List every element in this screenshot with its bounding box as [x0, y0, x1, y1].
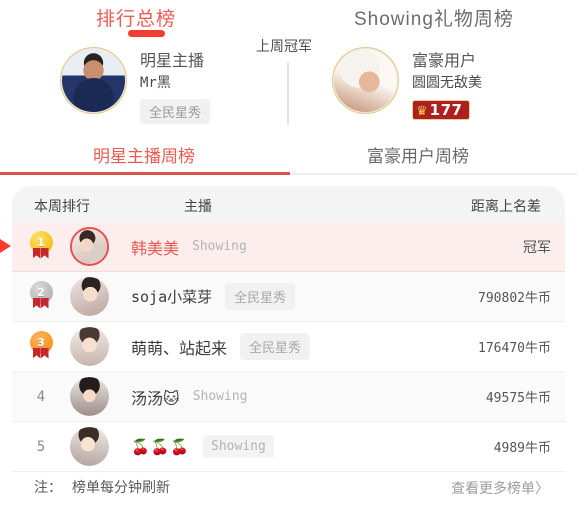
- ribbon-icon: [33, 298, 50, 310]
- rank-cell: 4: [12, 389, 70, 405]
- rank-cell: 5: [12, 439, 70, 455]
- silver-medal-icon: 2: [29, 280, 53, 313]
- girl4-avatar: [70, 377, 109, 416]
- avatar[interactable]: [70, 427, 109, 466]
- status-badge: Showing: [203, 435, 274, 458]
- champion-name: Mr黑: [140, 75, 171, 91]
- girl1-avatar: [72, 229, 107, 264]
- champion-info: 明星主播 Mr黑 全民星秀: [140, 47, 211, 124]
- table-header: 本周排行 主播 距离上名差: [12, 186, 565, 222]
- table-row[interactable]: 4 汤汤🐱 Showing 49575牛币: [12, 372, 565, 422]
- girl2-avatar: [70, 277, 109, 316]
- score-cell: 790802牛币: [478, 291, 551, 306]
- champion-name: 圆圆无敌美: [412, 75, 482, 91]
- ribbon-icon: [33, 248, 50, 260]
- column-header-anchor: 主播: [184, 198, 212, 214]
- play-arrow-icon: [0, 239, 11, 253]
- table-row[interactable]: 3 萌萌、站起来 全民星秀 176470牛币: [12, 322, 565, 372]
- avatar[interactable]: [70, 227, 109, 266]
- column-header-gap: 距离上名差: [471, 198, 541, 214]
- bronze-medal-icon: 3: [29, 330, 53, 363]
- score-cell: 冠军: [523, 238, 551, 255]
- tab-active-indicator: [0, 172, 290, 175]
- crown-value: 177: [429, 101, 463, 119]
- rank-number: 5: [36, 438, 46, 455]
- rank-number: 4: [36, 388, 46, 405]
- column-header-rank: 本周排行: [34, 198, 90, 214]
- girl5-avatar: [70, 427, 109, 466]
- status-badge: Showing: [192, 389, 248, 404]
- footer-note: 注： 榜单每分钟刷新: [12, 477, 170, 497]
- name-cell: 汤汤🐱 Showing: [131, 385, 486, 409]
- footer: 注： 榜单每分钟刷新 查看更多榜单〉: [12, 472, 565, 502]
- girl3-avatar: [70, 327, 109, 366]
- champion-role: 富豪用户: [412, 53, 477, 70]
- champion-info: 富豪用户 圆圆无敌美 ♛ 177: [412, 47, 482, 120]
- right-panel-title: Showing礼物周榜: [354, 9, 514, 30]
- name-cell: 🍒🍒🍒 Showing: [131, 435, 494, 458]
- footer-note-label: 注：: [34, 479, 62, 495]
- gold-medal-icon: 1: [29, 230, 53, 263]
- crown-icon: ♛: [416, 102, 428, 118]
- score-cell: 4989牛币: [493, 441, 551, 456]
- ribbon-icon: [33, 348, 50, 360]
- avatar[interactable]: [332, 47, 399, 114]
- anchor-name[interactable]: soja小菜芽: [131, 286, 212, 307]
- champion-tag: 全民星秀: [140, 99, 211, 124]
- header-section: 排行总榜 Showing礼物周榜 上周冠军 明星主播 Mr黑 全民星秀 富豪用户…: [0, 0, 577, 142]
- table-row[interactable]: 2 soja小菜芽 全民星秀 790802牛币: [12, 272, 565, 322]
- anchor-name[interactable]: 萌萌、站起来: [131, 335, 227, 359]
- status-badge: Showing: [192, 239, 247, 254]
- anchor-name[interactable]: 🍒🍒🍒: [131, 438, 190, 456]
- last-week-champion-label: 上周冠军: [256, 38, 312, 54]
- score-cell: 49575牛币: [485, 391, 551, 406]
- anchor-name[interactable]: 韩美美: [131, 235, 179, 259]
- left-panel-title: 排行总榜: [96, 9, 177, 30]
- rank-cell: 2: [12, 280, 70, 313]
- name-cell: soja小菜芽 全民星秀: [131, 283, 478, 310]
- table-row[interactable]: 1 韩美美 Showing 冠军: [0, 222, 565, 272]
- champion-card-anchor[interactable]: 明星主播 Mr黑 全民星秀: [60, 47, 211, 124]
- leaderboard-page: 排行总榜 Showing礼物周榜 上周冠军 明星主播 Mr黑 全民星秀 富豪用户…: [0, 0, 577, 513]
- left-panel-title-underline: [128, 30, 165, 37]
- name-cell: 韩美美 Showing: [131, 235, 523, 259]
- champion-card-rich-user[interactable]: 富豪用户 圆圆无敌美 ♛ 177: [332, 47, 482, 120]
- status-badge: 全民星秀: [240, 333, 311, 360]
- leaderboard-table: 本周排行 主播 距离上名差 1 韩美美 Showing 冠军 2 soja小菜芽…: [0, 186, 577, 472]
- avatar[interactable]: [70, 277, 109, 316]
- tab-bar: 明星主播周榜 富豪用户周榜: [0, 142, 577, 180]
- tab-rich-user-weekly[interactable]: 富豪用户周榜: [367, 142, 469, 167]
- man-avatar: [62, 49, 125, 112]
- view-more-link[interactable]: 查看更多榜单〉: [451, 478, 549, 498]
- header-divider: [287, 62, 289, 125]
- footer-note-text: 榜单每分钟刷新: [72, 479, 170, 495]
- avatar[interactable]: [70, 377, 109, 416]
- status-badge: ♛ 177: [412, 100, 471, 120]
- name-cell: 萌萌、站起来 全民星秀: [131, 333, 478, 360]
- sleeping-girl-avatar: [334, 49, 397, 112]
- avatar[interactable]: [60, 47, 127, 114]
- rank-cell: 3: [12, 330, 70, 363]
- table-row[interactable]: 5 🍒🍒🍒 Showing 4989牛币: [12, 422, 565, 472]
- tab-star-anchor-weekly[interactable]: 明星主播周榜: [93, 142, 195, 167]
- score-cell: 176470牛币: [478, 341, 551, 356]
- avatar[interactable]: [70, 327, 109, 366]
- anchor-name[interactable]: 汤汤🐱: [131, 385, 180, 409]
- rank-cell: 1: [12, 230, 70, 263]
- status-badge: 全民星秀: [225, 283, 296, 310]
- champion-role: 明星主播: [140, 53, 205, 70]
